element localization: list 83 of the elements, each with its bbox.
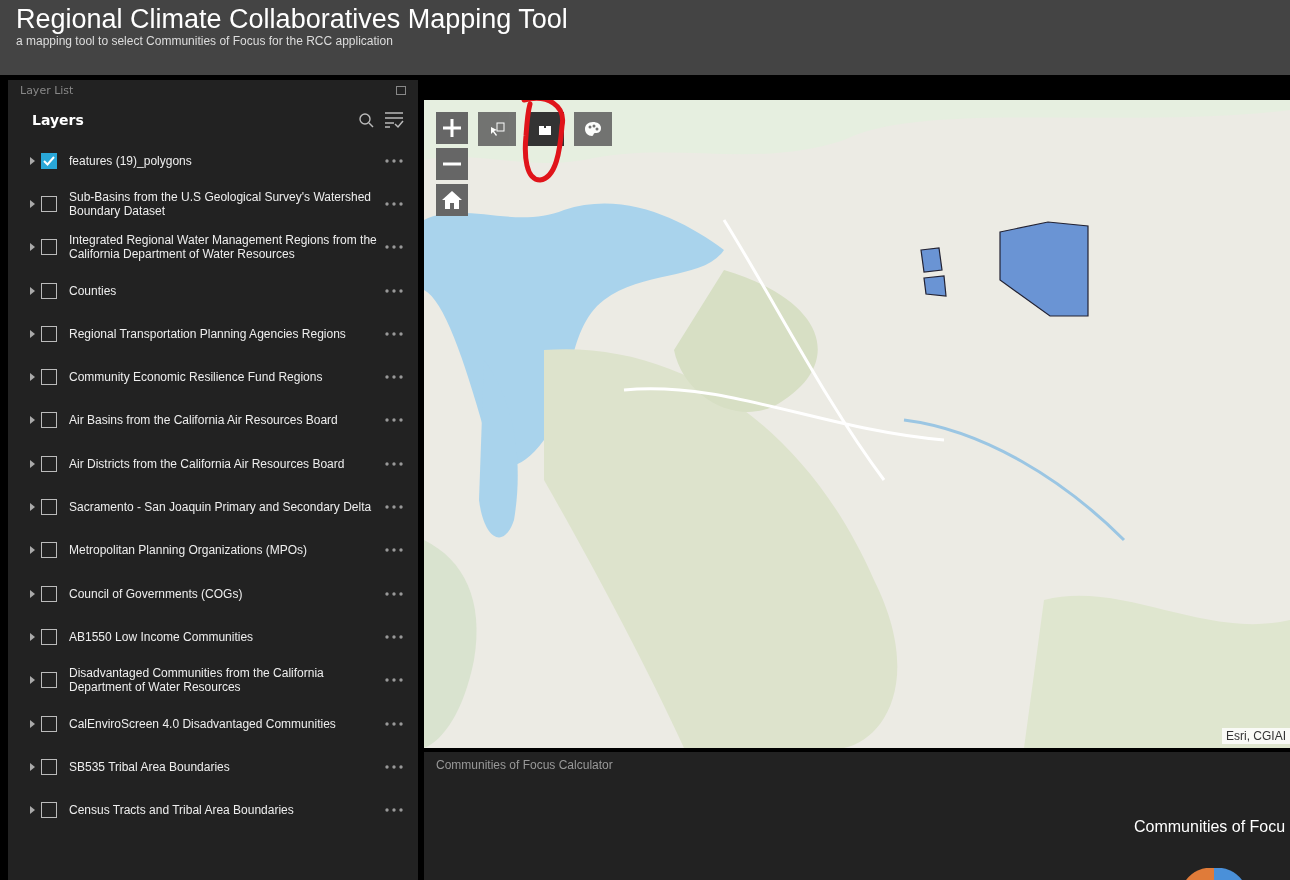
layer-checkbox[interactable] xyxy=(41,325,57,342)
more-options-icon[interactable] xyxy=(385,678,403,683)
expand-caret-icon[interactable] xyxy=(30,459,35,468)
maximize-icon[interactable] xyxy=(396,86,406,95)
search-icon[interactable] xyxy=(359,112,374,128)
more-options-icon[interactable] xyxy=(385,591,403,596)
layer-label: Council of Governments (COGs) xyxy=(68,586,244,601)
panel-title: Layer List xyxy=(20,84,74,97)
layer-label: Regional Transportation Planning Agencies Regions xyxy=(68,326,347,341)
app-title: Regional Climate Collaboratives Mapping Tool xyxy=(16,4,569,34)
panel-title: Communities of Focus Calculator xyxy=(435,757,614,774)
more-options-icon[interactable] xyxy=(385,201,403,206)
layer-label: CalEnviroScreen 4.0 Disadvantaged Communities xyxy=(68,716,337,731)
expand-caret-icon[interactable] xyxy=(30,329,35,338)
layer-checkbox[interactable] xyxy=(41,152,57,169)
zoom-in-button[interactable] xyxy=(436,112,468,144)
layer-label: Counties xyxy=(68,283,118,298)
more-options-icon[interactable] xyxy=(385,331,403,336)
pie-chart-drawing xyxy=(1184,868,1244,880)
layer-label: Air Basins from the California Air Resources Board xyxy=(68,413,339,428)
expand-caret-icon[interactable] xyxy=(30,719,35,728)
more-options-icon[interactable] xyxy=(385,548,403,553)
layer-label: SB535 Tribal Area Boundaries xyxy=(68,759,231,774)
plus-icon xyxy=(442,118,462,138)
home-icon xyxy=(441,190,463,210)
layer-label: Community Economic Resilience Fund Regions xyxy=(68,370,324,385)
app-subtitle: a mapping tool to select Communities of Focus for the RCC application xyxy=(16,34,394,48)
layer-checkbox[interactable] xyxy=(41,802,57,819)
layer-checkbox[interactable] xyxy=(41,585,57,602)
more-options-icon[interactable] xyxy=(385,505,403,509)
more-options-icon[interactable] xyxy=(385,288,403,293)
expand-caret-icon[interactable] xyxy=(30,156,35,165)
minus-icon xyxy=(442,162,462,166)
select-icon xyxy=(489,121,505,137)
layer-checkbox[interactable] xyxy=(41,239,57,256)
layer-checkbox[interactable] xyxy=(41,672,57,689)
expand-caret-icon[interactable] xyxy=(30,199,35,208)
layer-checkbox[interactable] xyxy=(41,758,57,775)
layer-label: Metropolitan Planning Organizations (MPOs) xyxy=(68,543,309,558)
layer-checkbox[interactable] xyxy=(41,412,57,429)
layer-label: Disadvantaged Communities from the California Department of Water Resources xyxy=(68,666,325,695)
expand-caret-icon[interactable] xyxy=(30,676,35,685)
more-options-icon[interactable] xyxy=(385,764,403,769)
map-attribution: Esri, CGIAI xyxy=(1222,728,1290,744)
layers-heading: Layers xyxy=(32,112,85,128)
expand-caret-icon[interactable] xyxy=(30,373,35,382)
expand-caret-icon[interactable] xyxy=(30,546,35,555)
expand-caret-icon[interactable] xyxy=(30,243,35,252)
layer-checkbox[interactable] xyxy=(41,369,57,386)
zoom-out-button[interactable] xyxy=(436,148,468,180)
expand-caret-icon[interactable] xyxy=(30,286,35,295)
layer-label: Sacramento - San Joaquin Primary and Secondary Delta xyxy=(68,500,373,514)
more-options-icon[interactable] xyxy=(385,158,403,163)
more-options-icon[interactable] xyxy=(385,245,403,250)
expand-caret-icon[interactable] xyxy=(30,632,35,641)
layer-checkbox[interactable] xyxy=(41,195,57,212)
palette-icon xyxy=(584,121,602,137)
layer-label: AB1550 Low Income Communities xyxy=(68,629,255,644)
layer-label: features (19)_polygons xyxy=(68,153,193,168)
expand-caret-icon[interactable] xyxy=(30,762,35,771)
filter-list-icon[interactable] xyxy=(384,111,404,129)
home-button[interactable] xyxy=(436,184,468,216)
expand-caret-icon[interactable] xyxy=(30,416,35,425)
more-options-icon[interactable] xyxy=(385,461,403,466)
layer-checkbox[interactable] xyxy=(41,499,57,515)
expand-caret-icon[interactable] xyxy=(30,503,35,511)
more-options-icon[interactable] xyxy=(385,634,403,639)
chart-title: Communities of Focu xyxy=(1134,818,1286,836)
layer-label: Integrated Regional Water Management Regions from the California Department of Water Resources xyxy=(68,233,378,262)
more-options-icon[interactable] xyxy=(385,375,403,380)
layer-checkbox[interactable] xyxy=(41,715,57,732)
more-options-icon[interactable] xyxy=(385,721,403,726)
expand-caret-icon[interactable] xyxy=(30,589,35,598)
more-options-icon[interactable] xyxy=(385,808,403,813)
expand-caret-icon[interactable] xyxy=(30,806,35,815)
layer-label: Census Tracts and Tribal Area Boundaries xyxy=(68,803,295,818)
layer-checkbox[interactable] xyxy=(41,542,57,559)
more-options-icon[interactable] xyxy=(385,418,403,423)
layer-checkbox[interactable] xyxy=(41,628,57,645)
layer-label: Air Districts from the California Air Resources Board xyxy=(68,456,346,471)
layer-label: Sub-Basins from the U.S Geological Survey's Watershed Boundary Dataset xyxy=(68,189,372,218)
layer-checkbox[interactable] xyxy=(41,455,57,472)
layer-checkbox[interactable] xyxy=(41,282,57,299)
